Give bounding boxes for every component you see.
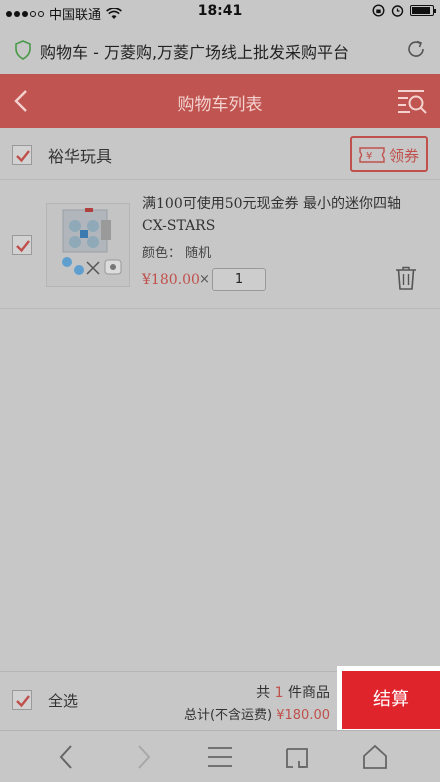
checkout-button-frame: 结算 <box>337 666 440 734</box>
home-icon[interactable] <box>362 743 388 771</box>
attribute-label: 颜色 <box>142 246 169 261</box>
header-title: 购物车列表 <box>177 95 263 115</box>
checkmark-icon <box>16 150 30 163</box>
browser-back-icon[interactable] <box>56 743 76 771</box>
alarm-icon <box>391 5 404 17</box>
item-checkbox[interactable] <box>12 235 32 255</box>
cart-item: 满100可使用50元现金券 最小的迷你四轴CX-STARS 颜色： 随机 ¥18… <box>0 181 440 309</box>
browser-toolbar <box>0 730 440 782</box>
times-sign: × <box>199 272 210 287</box>
total-price: 总计(不含运费) ¥180.00 <box>184 704 330 723</box>
count-prefix: 共 <box>256 685 271 701</box>
total-label: 总计(不含运费) <box>183 708 273 723</box>
get-coupon-button[interactable]: ¥ 领券 <box>350 136 428 172</box>
shop-row: 裕华玩具 ¥ 领券 <box>0 128 440 180</box>
page-header: 购物车列表 <box>0 74 440 128</box>
checkout-button[interactable]: 结算 <box>342 671 440 729</box>
attribute-value: 随机 <box>185 246 212 261</box>
status-icons <box>372 4 436 17</box>
ticket-icon: ¥ <box>359 147 385 163</box>
product-name[interactable]: 满100可使用50元现金券 最小的迷你四轴CX-STARS <box>142 193 402 237</box>
select-all-label[interactable]: 全选 <box>48 690 78 711</box>
unit-price: ¥180.00 <box>142 272 200 288</box>
reload-icon[interactable] <box>404 37 428 61</box>
browser-forward-icon[interactable] <box>134 743 154 771</box>
product-attribute: 颜色： 随机 <box>142 246 212 261</box>
shop-name[interactable]: 裕华玩具 <box>48 143 112 167</box>
checkmark-icon <box>16 240 30 253</box>
coupon-label: 领券 <box>389 147 420 165</box>
item-count: 共 1 件商品 <box>256 682 330 702</box>
menu-icon[interactable] <box>207 743 233 771</box>
shield-icon <box>15 40 31 60</box>
status-bar: 中国联通 18:41 <box>0 0 440 24</box>
quantity-input[interactable]: 1 <box>212 268 266 291</box>
product-drone-picture <box>47 204 129 286</box>
select-all-checkbox[interactable] <box>12 690 32 710</box>
tabs-icon[interactable] <box>285 743 309 771</box>
battery-icon <box>410 5 436 16</box>
product-image[interactable] <box>46 203 130 287</box>
trash-icon[interactable] <box>394 265 418 291</box>
count-number: 1 <box>274 685 284 701</box>
checkmark-icon <box>16 695 30 708</box>
rotation-lock-icon <box>372 4 385 17</box>
page-title[interactable]: 购物车 - 万菱购,万菱广场线上批发采购平台 <box>40 39 349 63</box>
count-suffix: 件商品 <box>288 685 330 701</box>
total-amount: ¥180.00 <box>276 708 330 723</box>
browser-title-bar: 购物车 - 万菱购,万菱广场线上批发采购平台 <box>0 24 440 74</box>
search-list-icon[interactable] <box>396 86 428 116</box>
shop-checkbox[interactable] <box>12 145 32 165</box>
ticket-icon-text: ¥ <box>366 151 372 162</box>
